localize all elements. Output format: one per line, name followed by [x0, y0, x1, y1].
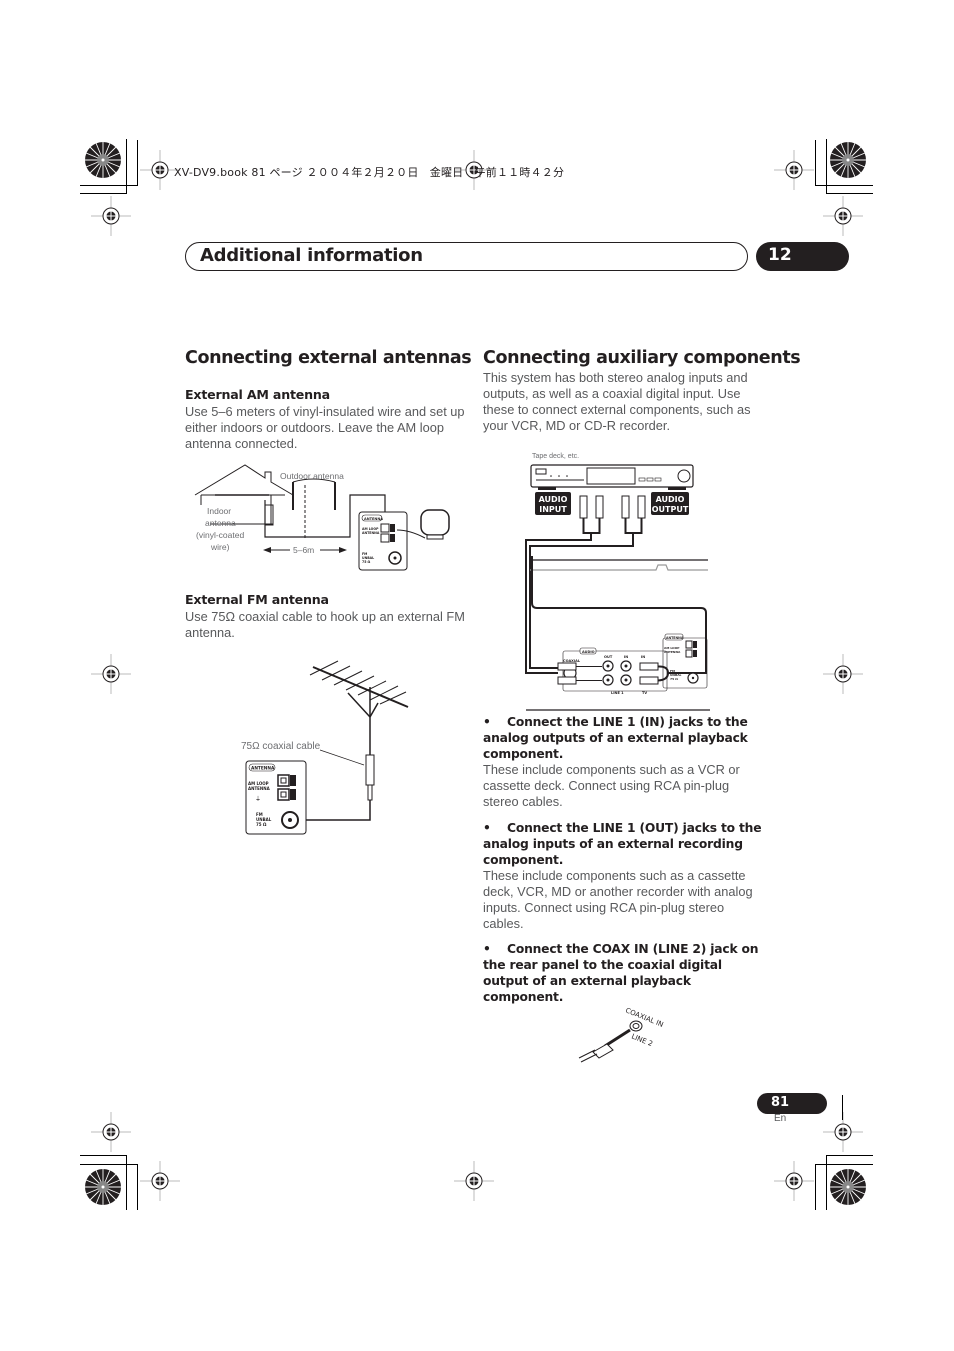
indoor-label-line: Indoor: [207, 506, 231, 516]
audio-input-label: AUDIO: [539, 495, 568, 504]
chapter-title: Additional information: [200, 245, 423, 266]
crop-line: [80, 1164, 138, 1165]
panel-am-loop-label: ANTENNA: [664, 650, 681, 654]
registration-mark: [91, 654, 131, 694]
indoor-label-line: wire): [210, 542, 230, 552]
panel-coax-label: COAXIAL: [563, 659, 581, 663]
crop-line: [826, 1155, 873, 1156]
fm-label: 75 Ω: [256, 822, 267, 827]
line2-label: LINE 2: [630, 1032, 654, 1048]
panel-line1-label: LINE 1: [611, 691, 624, 695]
registration-mark: [91, 1112, 131, 1152]
crop-line: [80, 193, 127, 194]
am-loop-label: ANTENNA: [248, 786, 271, 791]
auxiliary-intro: This system has both stereo analog input…: [483, 370, 751, 433]
starburst-mark-bottom-right: [830, 1169, 866, 1205]
bullet-line1-out-heading: • Connect the LINE 1 (OUT) jacks to the a…: [483, 821, 762, 867]
starburst-mark-top-right: [830, 142, 866, 178]
distance-label: 5–6m: [293, 545, 314, 555]
fm-antenna-diagram: 75Ω coaxial cable ANTENNA AM LOOP ANTENN…: [241, 660, 409, 835]
crop-line: [826, 139, 827, 193]
indoor-label-line: antenna: [205, 518, 236, 528]
registration-mark: [454, 1161, 494, 1201]
crop-line: [80, 1155, 127, 1156]
svg-text:⏚: ⏚: [255, 796, 261, 803]
registration-mark: [823, 196, 863, 236]
am-loop-antenna: [420, 509, 450, 536]
crop-line: [137, 1164, 138, 1210]
starburst-mark-top-left: [85, 142, 121, 178]
registration-mark: [91, 196, 131, 236]
bullet-line1-out-body: These include components such as a casse…: [483, 868, 753, 931]
panel-in-label: IN: [624, 655, 628, 659]
am-antenna-body: Use 5–6 meters of vinyl-insulated wire a…: [185, 404, 465, 451]
crop-line: [842, 1095, 843, 1120]
coaxial-in-diagram: COAXIAL IN LINE 2: [578, 1006, 664, 1063]
crop-line: [815, 185, 873, 186]
device-label: Tape deck, etc.: [532, 453, 579, 460]
registration-mark: [774, 1161, 814, 1201]
auxiliary-connection-diagram: Tape deck, etc. AUDIO INPUT AUDIO OUTPUT…: [525, 453, 710, 711]
registration-mark: [140, 1161, 180, 1201]
fm-antenna-body: Use 75Ω coaxial cable to hook up an exte…: [185, 609, 465, 640]
page-language: En: [774, 1113, 787, 1124]
print-header-slug: XV-DV9.book 81 ページ ２００４年２月２０日 金曜日 午前１１時４…: [174, 166, 565, 179]
starburst-mark-bottom-left: [85, 1169, 121, 1205]
bullet-line1-in-heading: • Connect the LINE 1 (IN) jacks to the an…: [483, 715, 748, 761]
section-heading-antennas: Connecting external antennas: [185, 348, 472, 368]
subheading-am-antenna: External AM antenna: [185, 387, 330, 402]
registration-mark: [823, 654, 863, 694]
section-heading-auxiliary: Connecting auxiliary components: [483, 348, 801, 368]
crop-line: [815, 1164, 816, 1210]
audio-output-label: AUDIO: [656, 495, 685, 504]
panel-audio-label: AUDIO: [582, 650, 595, 654]
registration-mark: [774, 150, 814, 190]
crop-line: [815, 140, 816, 185]
house-outline: [194, 464, 294, 496]
panel-tv-label: TV: [642, 691, 647, 695]
panel-out-label: OUT: [604, 655, 613, 659]
am-loop-label: ANTENNA: [362, 531, 380, 535]
chapter-number-tab: 12: [756, 242, 849, 271]
panel-title: ANTENNA: [364, 517, 383, 521]
bullet-coax-heading: • Connect the COAX IN (LINE 2) jack on th…: [483, 942, 759, 1004]
panel-antenna-label: ANTENNA: [666, 636, 684, 640]
panel-fm-label: 75 Ω: [670, 677, 678, 681]
outdoor-antenna-label: Outdoor antenna: [280, 471, 344, 481]
audio-output-label: OUTPUT: [652, 505, 689, 514]
chapter-title-bar: Additional information: [185, 242, 748, 271]
page-number: 81: [757, 1093, 827, 1114]
fm-label: 75 Ω: [362, 560, 371, 564]
subheading-fm-antenna: External FM antenna: [185, 592, 329, 607]
panel-title: ANTENNA: [251, 766, 275, 772]
indoor-label-line: (vinyl-coated: [196, 530, 244, 540]
crop-line: [137, 140, 138, 185]
audio-input-label: INPUT: [539, 505, 567, 514]
am-antenna-diagram: 5–6m Outdoor antenna Indoor antenna (vin…: [194, 464, 450, 571]
bullet-line1-in-body: These include components such as a VCR o…: [483, 762, 740, 809]
crop-line: [815, 1164, 873, 1165]
registration-mark: [823, 1112, 863, 1152]
coaxial-cable-label: 75Ω coaxial cable: [241, 741, 321, 752]
panel-in2-label: IN: [641, 655, 645, 659]
crop-line: [826, 193, 873, 194]
crop-line: [80, 185, 138, 186]
